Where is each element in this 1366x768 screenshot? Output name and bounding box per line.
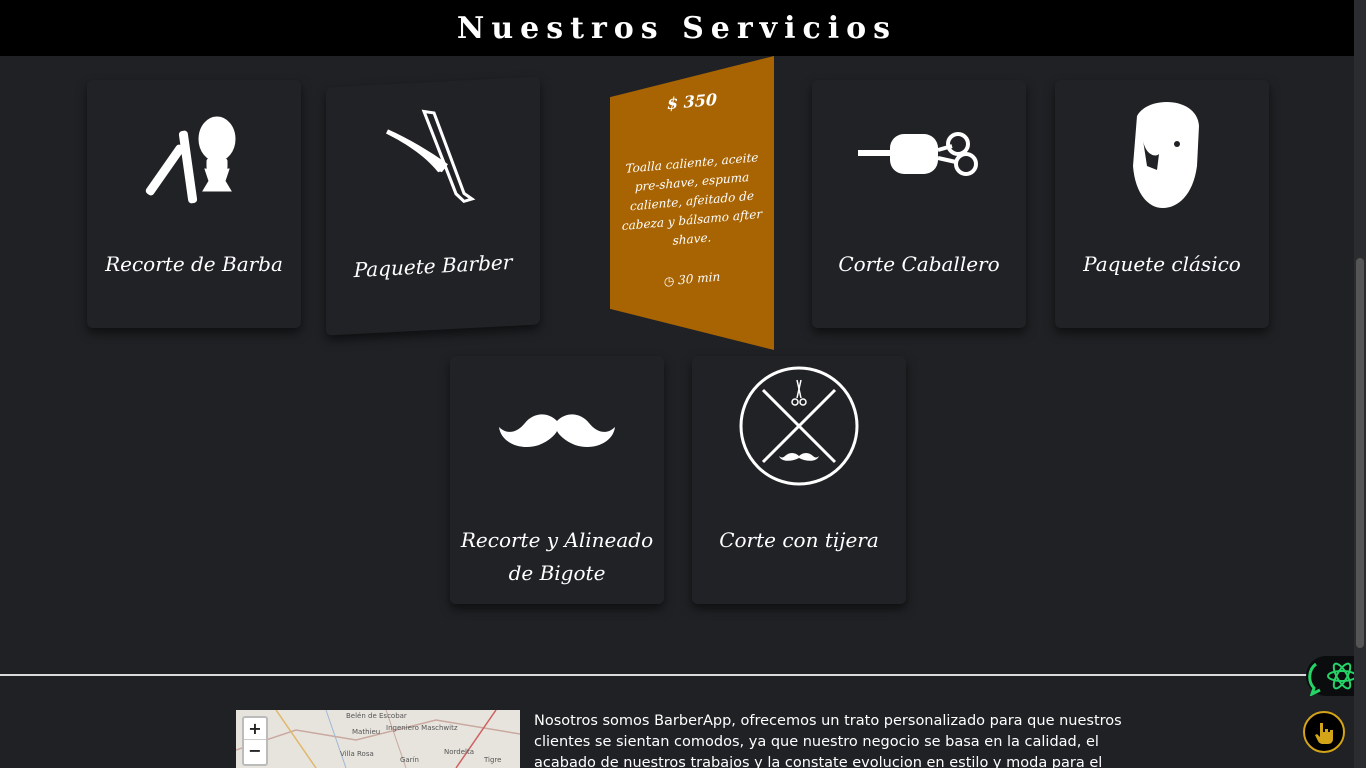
map-label: Belén de Escobar (346, 712, 407, 720)
map-label: Ingeniero Maschwitz (386, 724, 458, 732)
service-card-paquete-barber[interactable]: Paquete Barber (326, 76, 540, 336)
service-title: Paquete Barber (353, 249, 513, 283)
section-title: Nuestros Servicios (456, 10, 898, 46)
service-card-bigote[interactable]: Recorte y Alineado de Bigote (450, 356, 664, 604)
section-header: Nuestros Servicios (0, 0, 1354, 56)
service-card-recorte-barba[interactable]: Recorte de Barba (87, 80, 301, 328)
service-title: Recorte de Barba (105, 252, 283, 276)
map-label: Villa Rosa (340, 750, 374, 758)
location-map[interactable]: + − Mathieu Ingeniero Maschwitz Villa Ro… (236, 710, 520, 768)
service-card-flipped[interactable]: $ 350 Toalla caliente, aceite pre-shave,… (610, 56, 774, 350)
clock-icon: ◷ (663, 273, 675, 289)
service-title: Corte con tijera (719, 528, 879, 552)
map-zoom-control: + − (242, 716, 268, 766)
map-label: Garín (400, 756, 419, 764)
hand-pointer-icon (1315, 723, 1333, 744)
service-description: Toalla caliente, aceite pre-shave, espum… (621, 150, 763, 248)
scrollbar-thumb[interactable] (1356, 258, 1364, 648)
service-duration: ◷ 30 min (610, 265, 774, 293)
duration-label: 30 min (678, 269, 721, 288)
map-label: Nordelta (444, 748, 475, 756)
zoom-in-button[interactable]: + (244, 718, 266, 740)
about-text: Nosotros somos BarberApp, ofrecemos un t… (534, 713, 1122, 768)
service-title: Corte Caballero (838, 252, 1000, 276)
service-card-corte-tijera[interactable]: Corte con tijera (692, 356, 906, 604)
map-label: Mathieu (352, 728, 381, 736)
accessibility-button[interactable] (1303, 711, 1345, 753)
razor-brush-icon (87, 96, 301, 216)
straight-razor-icon (326, 92, 540, 223)
service-price: $ 350 (666, 89, 718, 114)
map-label: Tigre (484, 756, 502, 764)
section-divider (0, 674, 1354, 676)
page-scrollbar[interactable] (1354, 0, 1366, 768)
mustache-icon (450, 372, 664, 492)
bearded-man-icon (1055, 96, 1269, 216)
scissors-badge-icon (692, 366, 906, 486)
service-title: Paquete clásico (1083, 252, 1241, 276)
service-title: Recorte y Alineado de Bigote (460, 528, 654, 585)
fist-scissors-icon (812, 96, 1026, 216)
service-card-corte-caballero[interactable]: Corte Caballero (812, 80, 1026, 328)
zoom-out-button[interactable]: − (244, 740, 266, 762)
service-card-paquete-clasico[interactable]: Paquete clásico (1055, 80, 1269, 328)
